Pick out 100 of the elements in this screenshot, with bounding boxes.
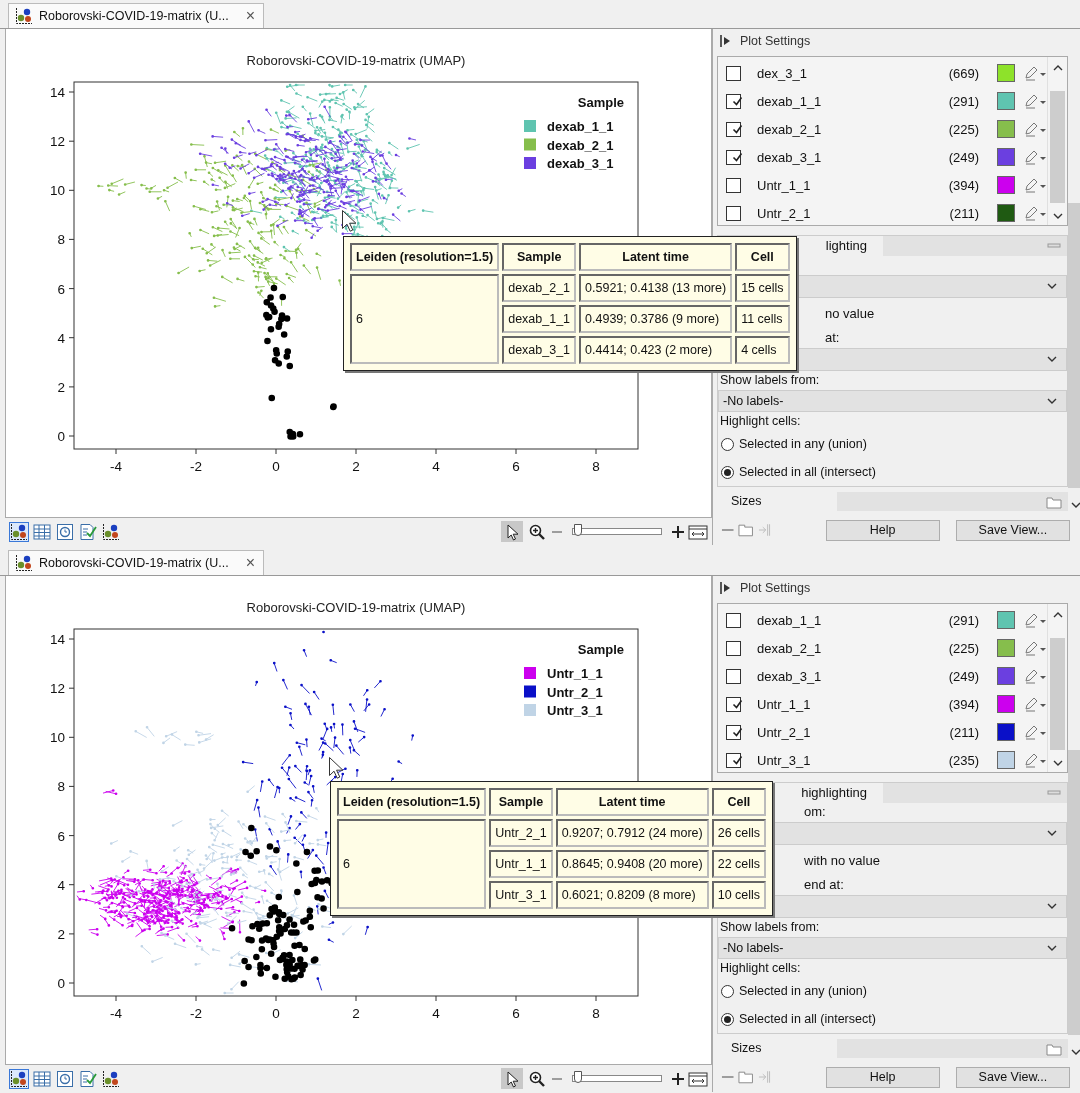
- column-header: Sample: [502, 243, 577, 271]
- sample-label: dexab_1_1: [757, 93, 823, 109]
- axis-tick-label: 4: [432, 1006, 440, 1021]
- help-button[interactable]: Help: [825, 1066, 940, 1088]
- column-header: Leiden (resolution=1.5): [350, 243, 500, 271]
- radio-option[interactable]: Selected in all (intersect): [718, 458, 876, 486]
- sample-count: (225): [947, 121, 979, 137]
- axis-tick-label: 6: [57, 281, 65, 297]
- axis-tick-label: 8: [57, 779, 65, 795]
- legend-label: Untr_2_1: [547, 684, 603, 700]
- axis-tick-label: 6: [512, 459, 520, 474]
- sample-label: dex_3_1: [757, 65, 808, 81]
- sample-count: (249): [947, 668, 979, 684]
- axis-tick-label: 6: [512, 1006, 520, 1021]
- table-cell: 0.4939; 0.3786 (9 more): [579, 305, 733, 333]
- axis-tick-label: 0: [57, 429, 65, 444]
- table-cell: 11 cells: [735, 305, 790, 333]
- section-tab[interactable]: Sizes: [717, 492, 837, 511]
- table-cell: Untr_3_1: [489, 881, 553, 909]
- panel-title: Plot Settings: [740, 581, 811, 595]
- radio-option[interactable]: Selected in any (union): [718, 430, 867, 459]
- table-cell: 6: [337, 850, 487, 878]
- axis-tick-label: 8: [592, 459, 600, 474]
- save-view-button[interactable]: Save View...: [955, 1066, 1070, 1088]
- table-cell: 0.4414; 0.423 (2 more): [579, 336, 733, 364]
- axis-tick-label: 4: [57, 877, 65, 893]
- document-tab[interactable]: Roborovski-COVID-19-matrix (U... ×: [8, 3, 264, 28]
- legend-label: dexab_1_1: [547, 119, 614, 134]
- sample-label: dexab_2_1: [757, 640, 823, 656]
- axis-tick-label: 4: [57, 330, 65, 346]
- table-cell: Untr_1_1: [489, 850, 553, 878]
- sample-count: (291): [947, 93, 979, 109]
- legend-title: Sample: [577, 95, 624, 110]
- legend-label: Untr_1_1: [547, 666, 603, 681]
- field-label: om:: [804, 803, 826, 821]
- chart-title: Roborovski-COVID-19-matrix (UMAP): [246, 53, 466, 68]
- field-label: Highlight cells:: [719, 960, 802, 978]
- sample-count: (669): [947, 65, 979, 81]
- table-cell: 0.8645; 0.9408 (20 more): [555, 850, 709, 878]
- axis-tick-label: -4: [110, 1006, 122, 1021]
- axis-tick-label: 12: [49, 134, 65, 150]
- axis-tick-label: 2: [57, 379, 65, 395]
- axis-tick-label: 12: [49, 681, 65, 697]
- legend-title: Sample: [577, 642, 624, 657]
- section-tab[interactable]: Sizes: [717, 1039, 837, 1058]
- axis-tick-label: -2: [190, 1006, 202, 1021]
- table-cell: 0.5921; 0.4138 (13 more): [579, 274, 733, 302]
- table-cell: 15 cells: [735, 274, 790, 302]
- radio-option[interactable]: Selected in any (union): [718, 977, 867, 1006]
- save-view-button[interactable]: Save View...: [955, 519, 1070, 541]
- close-button[interactable]: ×: [245, 555, 255, 571]
- column-header: Sample: [489, 788, 553, 816]
- axis-tick-label: -4: [110, 459, 122, 474]
- axis-tick-label: -2: [190, 459, 202, 474]
- sample-count: (249): [947, 149, 979, 165]
- axis-tick-label: 2: [352, 459, 360, 474]
- field-label: Show labels from:: [719, 918, 821, 936]
- sample-label: dexab_3_1: [757, 668, 823, 684]
- field-label: Show labels from:: [719, 371, 821, 389]
- dropdown[interactable]: -No labels-: [718, 936, 1067, 960]
- sample-label: dexab_1_1: [757, 612, 823, 628]
- table-cell: dexab_2_1: [502, 274, 577, 302]
- sample-count: (225): [947, 640, 979, 656]
- field-label: Highlight cells:: [719, 413, 802, 431]
- sample-label: dexab_3_1: [757, 149, 823, 165]
- sample-label: Untr_2_1: [757, 724, 812, 740]
- axis-tick-label: 2: [57, 926, 65, 942]
- axis-tick-label: 0: [272, 1006, 280, 1021]
- radio-option[interactable]: Selected in all (intersect): [718, 1005, 876, 1033]
- document-tab[interactable]: Roborovski-COVID-19-matrix (U... ×: [8, 550, 264, 575]
- sample-label: dexab_2_1: [757, 121, 823, 137]
- close-button[interactable]: ×: [245, 8, 255, 24]
- sample-count: (211): [948, 724, 979, 740]
- dropdown[interactable]: -No labels-: [718, 389, 1067, 413]
- field-label: at:: [825, 328, 840, 347]
- table-cell: 6: [350, 305, 500, 333]
- help-button[interactable]: Help: [825, 519, 940, 541]
- sample-label: Untr_3_1: [757, 752, 812, 768]
- axis-tick-label: 4: [432, 459, 440, 474]
- column-header: Cell: [711, 788, 767, 816]
- column-header: Cell: [735, 243, 790, 271]
- axis-tick-label: 14: [49, 85, 65, 100]
- column-header: Latent time: [579, 243, 733, 271]
- axis-tick-label: 8: [57, 232, 65, 248]
- legend-label: Untr_3_1: [547, 703, 603, 718]
- checkbox-label: no value: [825, 304, 875, 323]
- table-cell: 4 cells: [735, 336, 790, 364]
- table-cell: Untr_2_1: [489, 819, 553, 847]
- sample-count: (235): [947, 752, 979, 768]
- axis-tick-label: 0: [57, 976, 65, 991]
- sample-count: (394): [947, 177, 979, 193]
- panel-title: Plot Settings: [740, 34, 811, 48]
- column-header: Leiden (resolution=1.5): [337, 788, 487, 816]
- table-cell: 0.9207; 0.7912 (24 more): [555, 819, 709, 847]
- sample-label: Untr_2_1: [757, 205, 812, 221]
- axis-tick-label: 8: [592, 1006, 600, 1021]
- table-cell: 10 cells: [711, 881, 767, 909]
- sample-count: (211): [948, 205, 979, 221]
- table-cell: dexab_1_1: [502, 305, 577, 333]
- axis-tick-label: 2: [352, 1006, 360, 1021]
